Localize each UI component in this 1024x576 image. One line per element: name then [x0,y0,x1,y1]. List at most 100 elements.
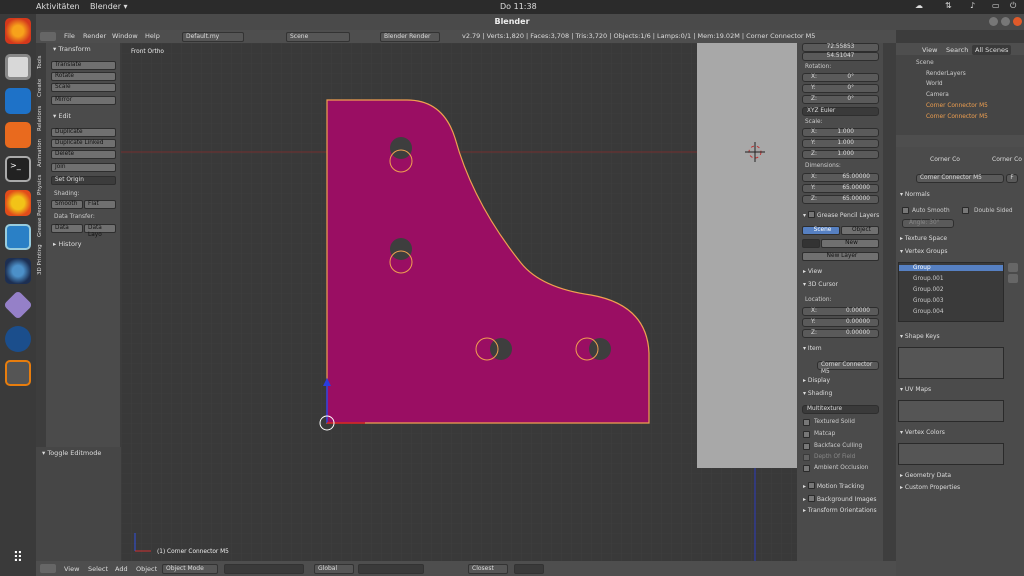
cursor-x-field[interactable]: X: 0.00000 [802,307,879,316]
outliner-display-select[interactable]: All Scenes [972,45,1012,55]
files-icon[interactable] [5,54,31,80]
display-panel-header[interactable]: ▸ Display [803,377,830,384]
editor-type-icon[interactable] [40,32,56,41]
monitor-icon[interactable] [5,224,31,250]
mesh-name-field[interactable]: Corner Connector M5 [916,174,1004,183]
render-buttons[interactable] [514,564,544,574]
battery-icon[interactable]: ▭ [992,1,1000,10]
render-engine-select[interactable]: Blender Render [380,32,440,42]
location-y-field[interactable]: 72.55853 [802,43,879,52]
outliner-search-menu[interactable]: Search [946,46,968,54]
rotation-mode-select[interactable]: XYZ Euler [802,107,879,116]
scale-z-field[interactable]: Z: 1.000 [802,150,879,159]
activities-button[interactable]: Aktivitäten [36,2,80,11]
dimension-z-field[interactable]: Z: 65.00000 [802,195,879,204]
outliner-item-renderlayers[interactable]: RenderLayers [926,71,966,77]
texture-space-header[interactable]: ▸ Texture Space [900,235,947,242]
data-button[interactable]: Data [51,224,83,233]
menu-view[interactable]: View [64,565,79,573]
backface-culling-checkbox[interactable] [803,443,810,450]
shading-toolbar[interactable] [224,564,304,574]
outliner-item-scene[interactable]: Scene [916,60,934,66]
join-button[interactable]: Join [51,163,116,172]
dimension-y-field[interactable]: Y: 65.00000 [802,184,879,193]
vertex-group-item[interactable]: Group.004 [913,309,944,315]
background-images-header[interactable]: ▸ Background Images [803,494,876,503]
set-origin-select[interactable]: Set Origin [51,176,116,185]
power-icon[interactable]: ⏻ [1010,1,1016,11]
breadcrumb-mesh[interactable]: Corner Co [992,156,1022,163]
menu-render[interactable]: Render [83,32,106,40]
vertex-group-item[interactable]: Group [899,265,1003,271]
background-images-checkbox[interactable] [807,495,815,502]
translate-button[interactable]: Translate [51,61,116,70]
add-vertex-group-button[interactable] [1008,263,1018,272]
gp-scene-button[interactable]: Scene [802,226,840,235]
tab-create[interactable]: Create [37,73,45,97]
blender-alt-icon[interactable] [5,326,31,352]
auto-smooth-checkbox[interactable] [902,207,909,214]
shading-mode-select[interactable]: Multitexture [802,405,879,414]
menu-object[interactable]: Object [136,565,157,573]
rotation-x-field[interactable]: X: 0° [802,73,879,82]
3d-viewport[interactable]: Front Ortho (1) Corner Connector M5 [121,43,797,561]
dimension-x-field[interactable]: X: 65.00000 [802,173,879,182]
menu-help[interactable]: Help [145,32,160,40]
item-name-field[interactable]: Corner Connector M5 [817,361,879,375]
geometry-data-header[interactable]: ▸ Geometry Data [900,472,951,479]
item-panel-header[interactable]: ▾ Item [803,345,822,352]
flat-button[interactable]: Flat [84,200,116,209]
toggle-editmode-header[interactable]: ▾ Toggle Editmode [42,449,101,457]
vertex-group-item[interactable]: Group.001 [913,276,944,282]
minimize-button[interactable] [989,17,998,26]
rotate-button[interactable]: Rotate [51,72,116,81]
gp-layers-checkbox[interactable] [807,211,815,218]
terminal-icon[interactable]: >_ [5,156,31,182]
npanel-scrollbar[interactable] [883,43,896,561]
uv-maps-header[interactable]: ▾ UV Maps [900,386,931,393]
menu-window[interactable]: Window [112,32,138,40]
cursor-z-field[interactable]: Z: 0.00000 [802,329,879,338]
tab-animation[interactable]: Animation [37,135,45,167]
tab-tools[interactable]: Tools [37,49,45,69]
scale-button[interactable]: Scale [51,83,116,92]
menu-select[interactable]: Select [88,565,108,573]
cloud-icon[interactable]: ☁ [915,1,923,10]
scale-y-field[interactable]: Y: 1.000 [802,139,879,148]
blender-icon[interactable] [5,360,31,386]
clock[interactable]: Do 11:38 [500,2,537,11]
location-z-field[interactable]: 54.51047 [802,52,879,61]
double-sided-checkbox[interactable] [962,207,969,214]
vertex-group-item[interactable]: Group.002 [913,287,944,293]
menu-file[interactable]: File [64,32,75,40]
camera-icon[interactable] [5,258,31,284]
outliner-view-menu[interactable]: View [922,46,937,54]
menu-add[interactable]: Add [115,565,128,573]
gp-object-button[interactable]: Object [841,226,879,235]
network-icon[interactable]: ⇅ [945,1,952,10]
textured-solid-checkbox[interactable] [803,419,810,426]
tab-relations[interactable]: Relations [37,101,45,131]
audacity-icon[interactable] [5,190,31,216]
edit-panel-header[interactable]: ▾ Edit [53,112,71,120]
vertex-colors-header[interactable]: ▾ Vertex Colors [900,429,945,436]
history-panel-header[interactable]: ▸ History [53,240,81,248]
remove-vertex-group-button[interactable] [1008,274,1018,283]
tab-grease-pencil[interactable]: Grease Pencil [37,197,45,237]
snap-target-select[interactable]: Closest [468,564,508,574]
matcap-checkbox[interactable] [803,431,810,438]
transform-panel-header[interactable]: ▾ Transform [53,45,91,53]
shape-keys-header[interactable]: ▾ Shape Keys [900,333,940,340]
motion-tracking-checkbox[interactable] [807,482,815,489]
fake-user-button[interactable]: F [1006,174,1018,183]
scene-field[interactable]: Scene [286,32,350,42]
angle-field[interactable]: Angle: 30° [902,219,954,228]
duplicate-button[interactable]: Duplicate [51,128,116,137]
tab-physics[interactable]: Physics [37,169,45,195]
firefox-icon[interactable] [5,18,31,44]
outliner-item-object-1[interactable]: Corner Connector M5 [926,103,988,109]
transform-orientations-header[interactable]: ▸ Transform Orientations [803,507,877,514]
delete-button[interactable]: Delete [51,150,116,159]
close-button[interactable] [1013,17,1022,26]
layer-buttons[interactable] [358,564,424,574]
